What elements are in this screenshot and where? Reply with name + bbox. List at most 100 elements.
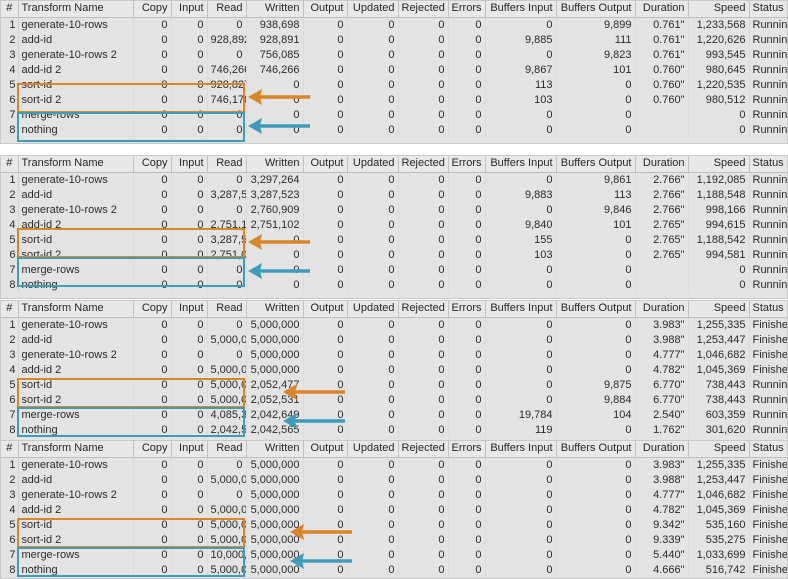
column-header-read[interactable]: Read [207, 441, 247, 458]
cell-dur: 2.765" [635, 247, 689, 263]
transform-metrics-table[interactable]: # Transform Name Copy Input Read Written Outpu… [1, 1, 787, 138]
column-header-writ[interactable]: Written [246, 301, 304, 318]
table-row[interactable]: 2add-id003,287,5233,287,52300009,8831132… [1, 187, 787, 203]
transform-metrics-table[interactable]: # Transform Name Copy Input Read Written Outpu… [1, 156, 787, 293]
column-header-name[interactable]: Transform Name [18, 1, 134, 18]
column-header-bout[interactable]: Buffers Output [556, 301, 636, 318]
column-header-bout[interactable]: Buffers Output [556, 156, 636, 173]
column-header-dur[interactable]: Duration [635, 441, 689, 458]
column-header-dur[interactable]: Duration [635, 156, 689, 173]
table-row[interactable]: 2add-id00928,892928,89100009,8851110.761… [1, 32, 787, 48]
table-row[interactable]: 8nothing00000000000Running [1, 277, 787, 293]
table-row[interactable]: 7merge-rows00000000000Running [1, 262, 787, 278]
table-row[interactable]: 7merge-rows004,085,3002,042,649000019,78… [1, 407, 787, 423]
transform-metrics-table[interactable]: # Transform Name Copy Input Read Written Outpu… [1, 441, 787, 578]
table-row[interactable]: 2add-id005,000,0005,000,0000000003.988"1… [1, 332, 787, 348]
column-header-writ[interactable]: Written [246, 156, 304, 173]
table-row[interactable]: 8nothing002,042,5652,042,565000011901.76… [1, 422, 787, 438]
column-header-upd[interactable]: Updated [347, 156, 399, 173]
column-header-stat[interactable]: Status [749, 301, 787, 318]
table-row[interactable]: 1 generate-10-rows 0 0 0 5,000,000 0 0 0 0 0 0 3.983… [1, 317, 787, 333]
column-header-read[interactable]: Read [207, 301, 247, 318]
column-header-err[interactable]: Errors [448, 441, 486, 458]
column-header-err[interactable]: Errors [448, 1, 486, 18]
column-header-outp[interactable]: Output [303, 301, 348, 318]
table-row[interactable]: 4add-id 200746,266746,26600009,8671010.7… [1, 62, 787, 78]
column-header-dur[interactable]: Duration [635, 301, 689, 318]
column-header-read[interactable]: Read [207, 156, 247, 173]
table-row[interactable]: 6sort-id 200746,1700000010300.760"980,51… [1, 92, 787, 108]
column-header-input[interactable]: Input [171, 441, 208, 458]
column-header-spd[interactable]: Speed [688, 1, 750, 18]
table-row[interactable]: 1 generate-10-rows 0 0 0 938,698 0 0 0 0 0 9,899 0.7… [1, 17, 787, 33]
column-header-err[interactable]: Errors [448, 301, 486, 318]
table-row[interactable]: 7merge-rows0010,000,0005,000,0000000005.… [1, 547, 787, 563]
table-row[interactable]: 4add-id 2002,751,1032,751,10200009,84010… [1, 217, 787, 233]
column-header-err[interactable]: Errors [448, 156, 486, 173]
column-header-idx[interactable]: # [1, 441, 19, 458]
column-header-upd[interactable]: Updated [347, 1, 399, 18]
column-header-bin[interactable]: Buffers Input [485, 1, 557, 18]
table-row[interactable]: 5sort-id005,000,0005,000,0000000009.342"… [1, 517, 787, 533]
column-header-dur[interactable]: Duration [635, 1, 689, 18]
column-header-writ[interactable]: Written [246, 1, 304, 18]
table-row[interactable]: 8nothing005,000,0005,000,0000000004.666"… [1, 562, 787, 578]
column-header-name[interactable]: Transform Name [18, 156, 134, 173]
table-row[interactable]: 4add-id 2005,000,0005,000,0000000004.782… [1, 362, 787, 378]
column-header-input[interactable]: Input [171, 1, 208, 18]
column-header-copy[interactable]: Copy [133, 301, 172, 318]
table-row[interactable]: 8nothing00000000000Running [1, 122, 787, 138]
table-row[interactable]: 6sort-id 2005,000,0002,052,531000009,884… [1, 392, 787, 408]
table-row[interactable]: 1 generate-10-rows 0 0 0 3,297,264 0 0 0 0 0 9,861 2… [1, 172, 787, 188]
column-header-stat[interactable]: Status [749, 441, 787, 458]
column-header-bout[interactable]: Buffers Output [556, 1, 636, 18]
column-header-spd[interactable]: Speed [688, 301, 750, 318]
column-header-copy[interactable]: Copy [133, 1, 172, 18]
column-header-idx[interactable]: # [1, 1, 19, 18]
column-header-rej[interactable]: Rejected [398, 1, 449, 18]
column-header-copy[interactable]: Copy [133, 441, 172, 458]
table-row[interactable]: 3 generate-10-rows 2 0 0 0 5,000,000 0 0 0 0 0 0 4.7… [1, 347, 787, 363]
column-header-upd[interactable]: Updated [347, 441, 399, 458]
column-header-input[interactable]: Input [171, 301, 208, 318]
column-header-stat[interactable]: Status [749, 1, 787, 18]
table-row[interactable]: 5sort-id005,000,0002,052,477000009,8756.… [1, 377, 787, 393]
table-row[interactable]: 6sort-id 2002,751,0080000010302.765"994,… [1, 247, 787, 263]
column-header-bin[interactable]: Buffers Input [485, 301, 557, 318]
column-header-bout[interactable]: Buffers Output [556, 441, 636, 458]
column-header-rej[interactable]: Rejected [398, 156, 449, 173]
column-header-input[interactable]: Input [171, 156, 208, 173]
column-header-outp[interactable]: Output [303, 441, 348, 458]
column-header-spd[interactable]: Speed [688, 156, 750, 173]
column-header-bin[interactable]: Buffers Input [485, 156, 557, 173]
column-header-idx[interactable]: # [1, 156, 19, 173]
column-header-read[interactable]: Read [207, 1, 247, 18]
table-row[interactable]: 5sort-id003,287,5070000015502.765"1,188,… [1, 232, 787, 248]
column-header-idx[interactable]: # [1, 301, 19, 318]
column-header-outp[interactable]: Output [303, 156, 348, 173]
table-row[interactable]: 2add-id005,000,0005,000,0000000003.988"1… [1, 472, 787, 488]
table-row[interactable]: 4add-id 2005,000,0005,000,0000000004.782… [1, 502, 787, 518]
cell-stat: Finished [749, 362, 787, 378]
column-header-outp[interactable]: Output [303, 1, 348, 18]
table-row[interactable]: 3 generate-10-rows 2 0 0 0 5,000,000 0 0 0 0 0 0 4.7… [1, 487, 787, 503]
column-header-writ[interactable]: Written [246, 441, 304, 458]
column-header-copy[interactable]: Copy [133, 156, 172, 173]
column-header-name[interactable]: Transform Name [18, 301, 134, 318]
column-header-upd[interactable]: Updated [347, 301, 399, 318]
column-header-rej[interactable]: Rejected [398, 301, 449, 318]
cell-stat: Running [749, 92, 787, 108]
transform-metrics-table[interactable]: # Transform Name Copy Input Read Written Outpu… [1, 301, 787, 438]
table-row[interactable]: 1 generate-10-rows 0 0 0 5,000,000 0 0 0 0 0 0 3.983… [1, 457, 787, 473]
table-row[interactable]: 5sort-id00928,8270000011300.760"1,220,53… [1, 77, 787, 93]
column-header-name[interactable]: Transform Name [18, 441, 134, 458]
column-header-bin[interactable]: Buffers Input [485, 441, 557, 458]
column-header-spd[interactable]: Speed [688, 441, 750, 458]
cell-bout: 0 [556, 92, 636, 108]
table-row[interactable]: 3 generate-10-rows 2 0 0 0 2,760,909 0 0 0 0 0 9,84… [1, 202, 787, 218]
table-row[interactable]: 6sort-id 2005,000,0005,000,0000000009.33… [1, 532, 787, 548]
column-header-stat[interactable]: Status [749, 156, 787, 173]
column-header-rej[interactable]: Rejected [398, 441, 449, 458]
table-row[interactable]: 3 generate-10-rows 2 0 0 0 756,085 0 0 0 0 0 9,823 0… [1, 47, 787, 63]
table-row[interactable]: 7merge-rows00000000000Running [1, 107, 787, 123]
